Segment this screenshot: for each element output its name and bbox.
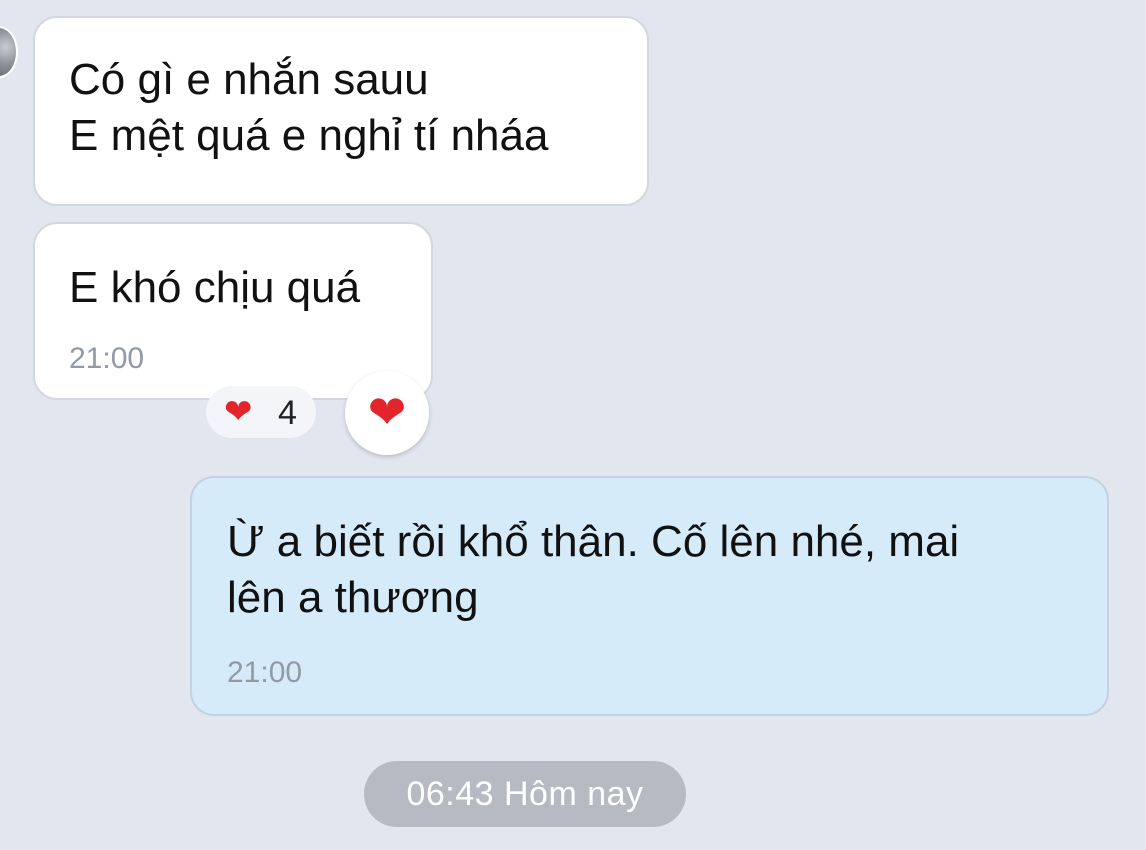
incoming-message-bubble[interactable]: Có gì e nhắn sauu E mệt quá e nghỉ tí nh… (33, 16, 649, 206)
message-timestamp: 21:00 (227, 656, 303, 689)
heart-icon: ❤ (224, 393, 253, 431)
date-divider: 06:43 Hôm nay (364, 761, 686, 827)
message-text: Có gì e nhắn sauu E mệt quá e nghỉ tí nh… (69, 55, 549, 160)
message-text: E khó chịu quá (69, 263, 361, 312)
outgoing-message-bubble[interactable]: Ừ a biết rồi khổ thân. Cố lên nhé, mai l… (190, 476, 1109, 716)
message-text: Ừ a biết rồi khổ thân. Cố lên nhé, mai l… (227, 517, 960, 622)
heart-icon: ❤ (367, 386, 407, 438)
message-timestamp: 21:00 (69, 342, 145, 375)
contact-avatar[interactable] (0, 26, 18, 78)
reaction-summary[interactable]: ❤ 4 (206, 386, 316, 438)
reaction-count: 4 (278, 394, 297, 432)
react-heart-button[interactable]: ❤ (345, 371, 429, 455)
